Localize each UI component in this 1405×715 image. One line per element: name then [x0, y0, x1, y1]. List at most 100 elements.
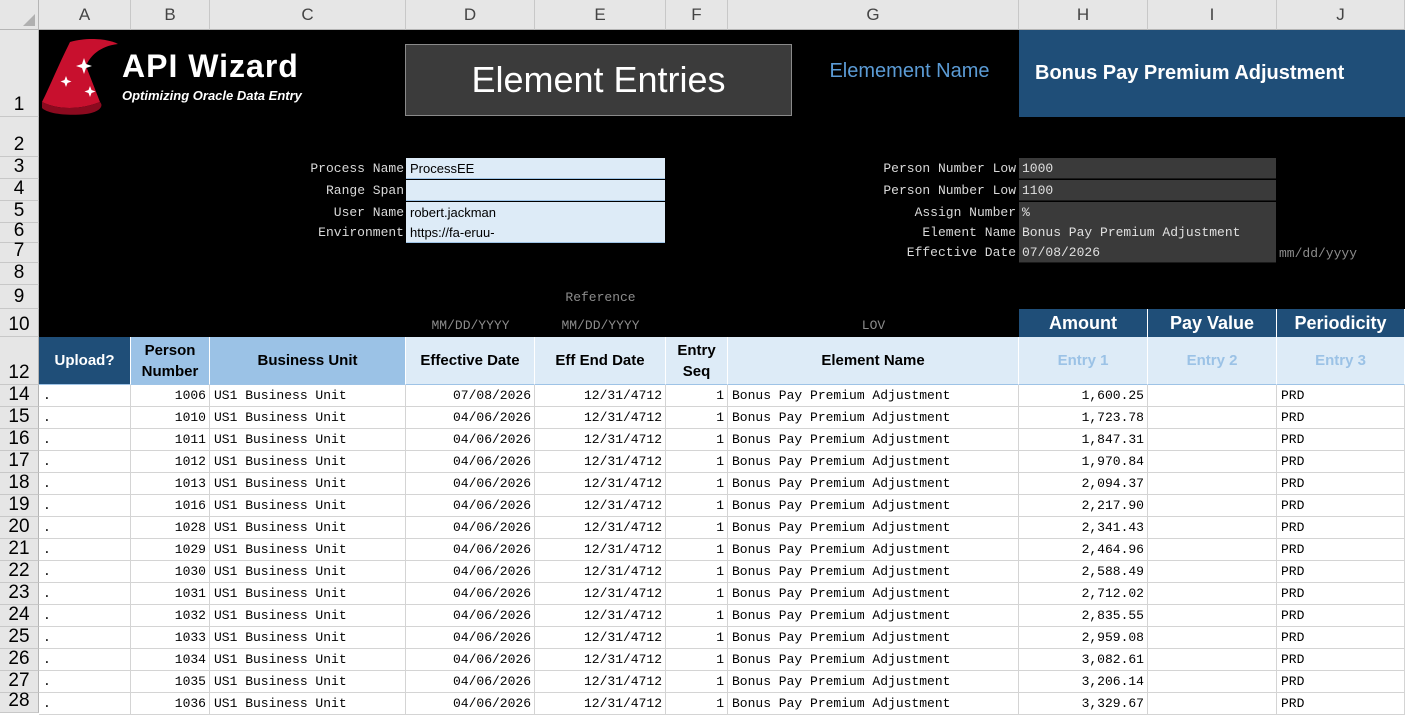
- element-name-cell[interactable]: Bonus Pay Premium Adjustment: [728, 671, 1019, 693]
- row-header[interactable]: 1: [0, 30, 39, 117]
- entry-1-column-header[interactable]: Entry 1: [1019, 337, 1148, 385]
- person-number-cell[interactable]: 1006: [131, 385, 210, 407]
- business-unit-cell[interactable]: US1 Business Unit: [210, 539, 406, 561]
- element-name-cell[interactable]: Bonus Pay Premium Adjustment: [728, 451, 1019, 473]
- select-all-corner[interactable]: [0, 0, 39, 30]
- pay-value-cell[interactable]: [1148, 429, 1277, 451]
- effective-date-cell[interactable]: 04/06/2026: [406, 495, 535, 517]
- effective-date-cell[interactable]: 04/06/2026: [406, 561, 535, 583]
- person-number-cell[interactable]: 1035: [131, 671, 210, 693]
- business-unit-cell[interactable]: US1 Business Unit: [210, 517, 406, 539]
- row-header[interactable]: 26: [0, 648, 39, 671]
- upload-cell[interactable]: .: [39, 583, 131, 605]
- pay-value-cell[interactable]: [1148, 649, 1277, 671]
- pay-value-cell[interactable]: [1148, 561, 1277, 583]
- amount-cell[interactable]: 2,341.43: [1019, 517, 1148, 539]
- entry-seq-cell[interactable]: 1: [666, 517, 728, 539]
- eff-end-date-cell[interactable]: 12/31/4712: [535, 539, 666, 561]
- amount-cell[interactable]: 1,600.25: [1019, 385, 1148, 407]
- entry-3-column-header[interactable]: Entry 3: [1277, 337, 1405, 385]
- person-number-cell[interactable]: 1034: [131, 649, 210, 671]
- entry-seq-cell[interactable]: 1: [666, 605, 728, 627]
- entry-seq-cell[interactable]: 1: [666, 473, 728, 495]
- eff-end-date-cell[interactable]: 12/31/4712: [535, 429, 666, 451]
- business-unit-cell[interactable]: US1 Business Unit: [210, 385, 406, 407]
- row-header[interactable]: 12: [0, 337, 39, 385]
- eff-end-date-cell[interactable]: 12/31/4712: [535, 605, 666, 627]
- effective-date-cell[interactable]: 04/06/2026: [406, 649, 535, 671]
- entry-seq-cell[interactable]: 1: [666, 561, 728, 583]
- column-header-i[interactable]: I: [1148, 0, 1277, 30]
- business-unit-cell[interactable]: US1 Business Unit: [210, 407, 406, 429]
- entry-seq-cell[interactable]: 1: [666, 583, 728, 605]
- business-unit-cell[interactable]: US1 Business Unit: [210, 649, 406, 671]
- row-header[interactable]: 20: [0, 516, 39, 539]
- element-name-cell[interactable]: Bonus Pay Premium Adjustment: [728, 407, 1019, 429]
- entry-seq-cell[interactable]: 1: [666, 429, 728, 451]
- environment-field[interactable]: https://fa-eruu-: [406, 222, 665, 243]
- row-header[interactable]: 23: [0, 582, 39, 605]
- entry-seq-cell[interactable]: 1: [666, 451, 728, 473]
- business-unit-cell[interactable]: US1 Business Unit: [210, 473, 406, 495]
- periodicity-cell[interactable]: PRD: [1277, 561, 1405, 583]
- person-number-cell[interactable]: 1013: [131, 473, 210, 495]
- person-number-cell[interactable]: 1011: [131, 429, 210, 451]
- person-number-cell[interactable]: 1036: [131, 693, 210, 715]
- column-header-b[interactable]: B: [131, 0, 210, 30]
- upload-cell[interactable]: .: [39, 693, 131, 715]
- periodicity-cell[interactable]: PRD: [1277, 627, 1405, 649]
- row-header[interactable]: 24: [0, 604, 39, 627]
- amount-cell[interactable]: 2,835.55: [1019, 605, 1148, 627]
- eff-end-date-cell[interactable]: 12/31/4712: [535, 671, 666, 693]
- business-unit-cell[interactable]: US1 Business Unit: [210, 451, 406, 473]
- element-name-cell[interactable]: Bonus Pay Premium Adjustment: [728, 539, 1019, 561]
- effective-date-cell[interactable]: 04/06/2026: [406, 473, 535, 495]
- entry-seq-cell[interactable]: 1: [666, 495, 728, 517]
- pay-value-cell[interactable]: [1148, 385, 1277, 407]
- business-unit-cell[interactable]: US1 Business Unit: [210, 693, 406, 715]
- pay-value-cell[interactable]: [1148, 517, 1277, 539]
- eff-end-date-cell[interactable]: 12/31/4712: [535, 451, 666, 473]
- row-header[interactable]: 4: [0, 178, 39, 201]
- eff-end-date-cell[interactable]: 12/31/4712: [535, 627, 666, 649]
- business-unit-cell[interactable]: US1 Business Unit: [210, 627, 406, 649]
- periodicity-cell[interactable]: PRD: [1277, 605, 1405, 627]
- row-header[interactable]: 18: [0, 472, 39, 495]
- column-header-e[interactable]: E: [535, 0, 666, 30]
- effective-date-column-header[interactable]: Effective Date: [406, 337, 535, 385]
- element-name-cell[interactable]: Bonus Pay Premium Adjustment: [728, 693, 1019, 715]
- upload-cell[interactable]: .: [39, 671, 131, 693]
- effective-date-cell[interactable]: 04/06/2026: [406, 583, 535, 605]
- entry-seq-cell[interactable]: 1: [666, 539, 728, 561]
- eff-end-date-cell[interactable]: 12/31/4712: [535, 649, 666, 671]
- periodicity-cell[interactable]: PRD: [1277, 649, 1405, 671]
- amount-cell[interactable]: 1,847.31: [1019, 429, 1148, 451]
- eff-end-date-cell[interactable]: 12/31/4712: [535, 561, 666, 583]
- element-name-cell[interactable]: Bonus Pay Premium Adjustment: [728, 473, 1019, 495]
- periodicity-cell[interactable]: PRD: [1277, 385, 1405, 407]
- element-name-value[interactable]: Bonus Pay Premium Adjustment: [1019, 30, 1405, 117]
- business-unit-cell[interactable]: US1 Business Unit: [210, 429, 406, 451]
- periodicity-cell[interactable]: PRD: [1277, 473, 1405, 495]
- periodicity-cell[interactable]: PRD: [1277, 693, 1405, 715]
- assign-number-field[interactable]: %: [1019, 202, 1276, 223]
- eff-end-date-cell[interactable]: 12/31/4712: [535, 693, 666, 715]
- entry-seq-cell[interactable]: 1: [666, 693, 728, 715]
- person-number-cell[interactable]: 1031: [131, 583, 210, 605]
- upload-cell[interactable]: .: [39, 517, 131, 539]
- row-header[interactable]: 28: [0, 690, 39, 713]
- amount-cell[interactable]: 3,329.67: [1019, 693, 1148, 715]
- periodicity-cell[interactable]: PRD: [1277, 429, 1405, 451]
- person-number-cell[interactable]: 1033: [131, 627, 210, 649]
- row-header[interactable]: 14: [0, 384, 39, 407]
- row-header[interactable]: 21: [0, 538, 39, 561]
- upload-cell[interactable]: .: [39, 473, 131, 495]
- column-header-g[interactable]: G: [728, 0, 1019, 30]
- amount-cell[interactable]: 2,712.02: [1019, 583, 1148, 605]
- element-name-column-header[interactable]: Element Name: [728, 337, 1019, 385]
- person-number-cell[interactable]: 1012: [131, 451, 210, 473]
- eff-end-date-cell[interactable]: 12/31/4712: [535, 517, 666, 539]
- upload-cell[interactable]: .: [39, 539, 131, 561]
- row-header[interactable]: 25: [0, 626, 39, 649]
- row-header[interactable]: 3: [0, 156, 39, 179]
